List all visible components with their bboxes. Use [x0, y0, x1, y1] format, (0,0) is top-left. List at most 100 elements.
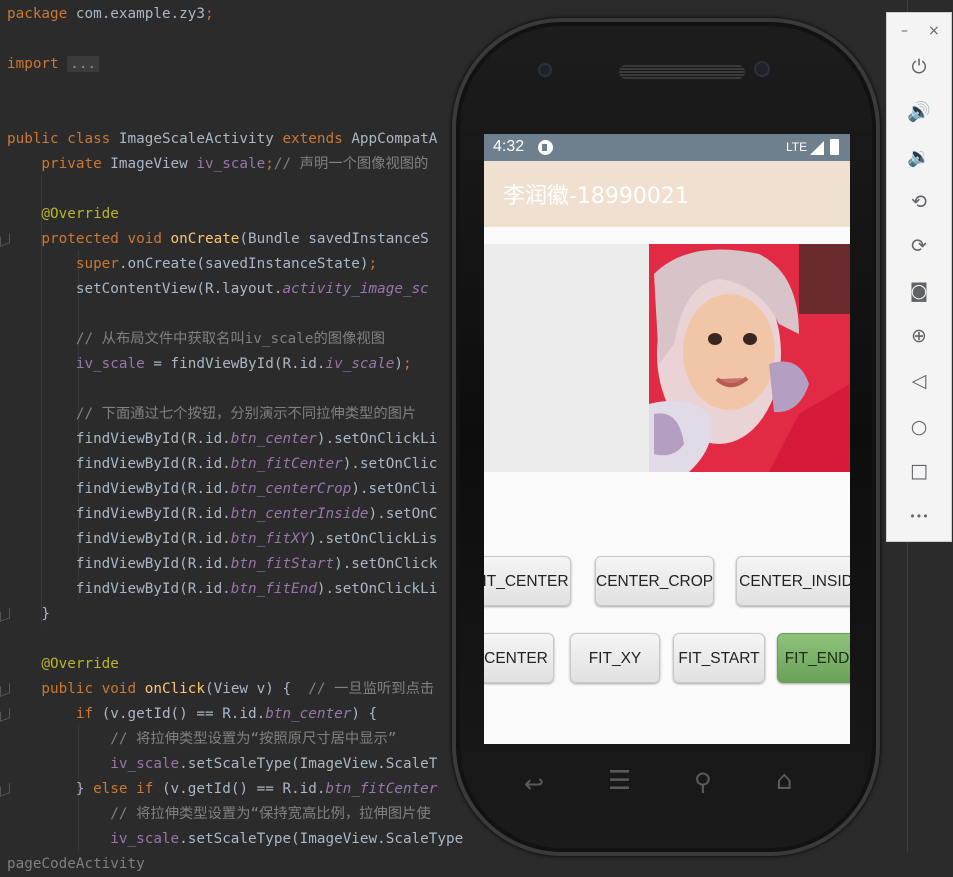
code-token: setContentView(R.layout.	[7, 281, 283, 297]
code-token: ;	[402, 356, 412, 372]
code-token: }	[7, 781, 94, 797]
code-line[interactable]: protected void onCreate(Bundle savedInst…	[7, 227, 428, 252]
code-line[interactable]: }	[7, 602, 50, 627]
code-line[interactable]: findViewById(R.id.btn_fitEnd).setOnClick…	[7, 577, 438, 602]
code-line[interactable]: @Override	[7, 202, 119, 227]
code-token: public class	[7, 131, 119, 147]
code-line[interactable]: // 将拉伸类型设置为“保持宽高比例，拉伸图片使	[7, 802, 430, 827]
center-crop-button[interactable]: CENTER_CROP	[595, 556, 714, 606]
code-line[interactable]: // 从布局文件中获取名叫iv_scale的图像视图	[7, 327, 385, 352]
code-token: btn_fitCenter	[325, 781, 438, 797]
home-icon[interactable]: ○	[887, 415, 951, 439]
minimize-button[interactable]: –	[901, 23, 908, 39]
code-line[interactable]: private ImageView iv_scale;// 声明一个图像视图的	[7, 152, 428, 177]
code-line[interactable]: findViewById(R.id.btn_center).setOnClick…	[7, 427, 438, 452]
earpiece-speaker	[619, 65, 745, 79]
center-inside-button[interactable]: CENTER_INSID	[736, 556, 850, 606]
back-icon[interactable]: ↩	[524, 770, 544, 798]
code-line[interactable]: package com.example.zy3;	[7, 2, 214, 27]
code-token: ;	[368, 256, 378, 272]
emulator-toolbar: – × ⏻ 🔊 🔉 ⟲ ⟳ ◙ ⊕ ◁ ○ □ •••	[886, 12, 952, 542]
code-token: ...	[67, 56, 100, 72]
power-icon[interactable]: ⏻	[887, 55, 951, 79]
code-line[interactable]: setContentView(R.layout.activity_image_s…	[7, 277, 429, 302]
fit-start-button[interactable]: FIT_START	[673, 633, 765, 683]
code-token: extends	[282, 131, 352, 147]
code-line[interactable]: // 将拉伸类型设置为“按照原尺寸居中显示”	[7, 727, 396, 752]
code-token: ImageScaleActivity	[118, 131, 283, 147]
code-token: import	[7, 56, 68, 72]
code-token: ;	[205, 6, 214, 22]
code-token: ).setOnC	[368, 506, 438, 522]
code-token: ).setOnClickLi	[316, 431, 438, 447]
code-token: iv_scale	[7, 356, 145, 372]
code-token: btn_fitXY	[230, 531, 309, 547]
overview-icon[interactable]: □	[887, 459, 951, 483]
device-screen[interactable]: 4:32 LTE 李润徽-18990021 IT_CENTER CENTER_C…	[484, 134, 850, 744]
code-line[interactable]: } else if (v.getId() == R.id.btn_fitCent…	[7, 777, 438, 802]
code-token: iv_scale	[325, 356, 395, 372]
code-line[interactable]: iv_scale = findViewById(R.id.iv_scale);	[7, 352, 412, 377]
code-line[interactable]: findViewById(R.id.btn_centerCrop).setOnC…	[7, 477, 438, 502]
rotate-left-icon[interactable]: ⟲	[887, 190, 951, 214]
code-token: btn_centerCrop	[230, 481, 352, 497]
network-type: LTE	[786, 140, 808, 154]
code-line[interactable]: findViewById(R.id.btn_centerInside).setO…	[7, 502, 438, 527]
rotate-right-icon[interactable]: ⟳	[887, 234, 951, 258]
code-token: ).setOnClick	[334, 556, 438, 572]
camera-icon[interactable]: ◙	[887, 279, 951, 303]
emulator-phone: 4:32 LTE 李润徽-18990021 IT_CENTER CENTER_C…	[452, 18, 880, 856]
code-token: ) {	[351, 706, 378, 722]
signal-icon	[810, 141, 824, 155]
more-icon[interactable]: •••	[887, 505, 951, 529]
code-token: // 下面通过七个按钮，分别演示不同拉伸类型的图片	[7, 406, 417, 422]
code-token: // 从布局文件中获取名叫iv_scale的图像视图	[7, 331, 385, 347]
code-token: findViewById(R.id.	[7, 506, 231, 522]
code-token: ImageView	[110, 156, 197, 172]
code-line[interactable]: pageCodeActivity	[7, 852, 145, 877]
back-icon[interactable]: ◁	[887, 369, 951, 393]
code-line[interactable]: import ...	[7, 52, 100, 77]
code-line[interactable]: @Override	[7, 652, 118, 677]
battery-icon	[830, 139, 839, 155]
code-token: ).setOnCli	[351, 481, 438, 497]
code-token: ;	[265, 156, 274, 172]
close-button[interactable]: ×	[928, 23, 940, 39]
notification-icon	[538, 140, 553, 155]
code-line[interactable]: super.onCreate(savedInstanceState);	[7, 252, 377, 277]
code-token: // 一旦监听到点击	[308, 681, 435, 697]
fit-xy-button[interactable]: FIT_XY	[570, 633, 660, 683]
code-line[interactable]: iv_scale.setScaleType(ImageView.ScaleT	[7, 752, 437, 777]
code-line[interactable]: findViewById(R.id.btn_fitStart).setOnCli…	[7, 552, 438, 577]
code-token: .onCreate(savedInstanceState)	[118, 256, 369, 272]
center-button[interactable]: CENTER	[484, 633, 554, 683]
code-token: = findViewById(R.id.	[144, 356, 326, 372]
search-icon[interactable]: ⚲	[694, 768, 712, 796]
app-bar: 李润徽-18990021	[484, 161, 850, 227]
code-line[interactable]: iv_scale.setScaleType(ImageView.ScaleTyp…	[7, 827, 463, 852]
code-token: pageCodeActivity	[7, 856, 145, 872]
status-time: 4:32	[493, 138, 525, 155]
code-token: btn_center	[265, 706, 352, 722]
zoom-icon[interactable]: ⊕	[887, 324, 951, 348]
code-line[interactable]: findViewById(R.id.btn_fitCenter).setOnCl…	[7, 452, 438, 477]
code-line[interactable]: public void onClick(View v) { // 一旦监听到点击	[7, 677, 434, 702]
fit-end-button[interactable]: FIT_END	[777, 633, 850, 683]
home-icon[interactable]: ⌂	[776, 766, 793, 796]
code-token: .setScaleType(ImageView.ScaleType	[179, 831, 464, 847]
fit-center-button[interactable]: IT_CENTER	[484, 556, 571, 606]
code-token: super	[7, 256, 119, 272]
code-token: // 声明一个图像视图的	[273, 156, 429, 172]
volume-down-icon[interactable]: 🔉	[887, 145, 951, 169]
volume-up-icon[interactable]: 🔊	[887, 100, 951, 124]
menu-icon[interactable]: ☰	[608, 766, 631, 796]
code-token: if	[7, 706, 102, 722]
code-token: @Override	[7, 206, 119, 222]
code-token: (v.getId() == R.id.	[161, 781, 326, 797]
code-line[interactable]: findViewById(R.id.btn_fitXY).setOnClickL…	[7, 527, 438, 552]
code-line[interactable]: if (v.getId() == R.id.btn_center) {	[7, 702, 377, 727]
code-line[interactable]: public class ImageScaleActivity extends …	[7, 127, 437, 152]
code-line[interactable]: // 下面通过七个按钮，分别演示不同拉伸类型的图片	[7, 402, 416, 427]
code-token: ).setOnClickLis	[308, 531, 438, 547]
code-token: package	[7, 6, 76, 22]
